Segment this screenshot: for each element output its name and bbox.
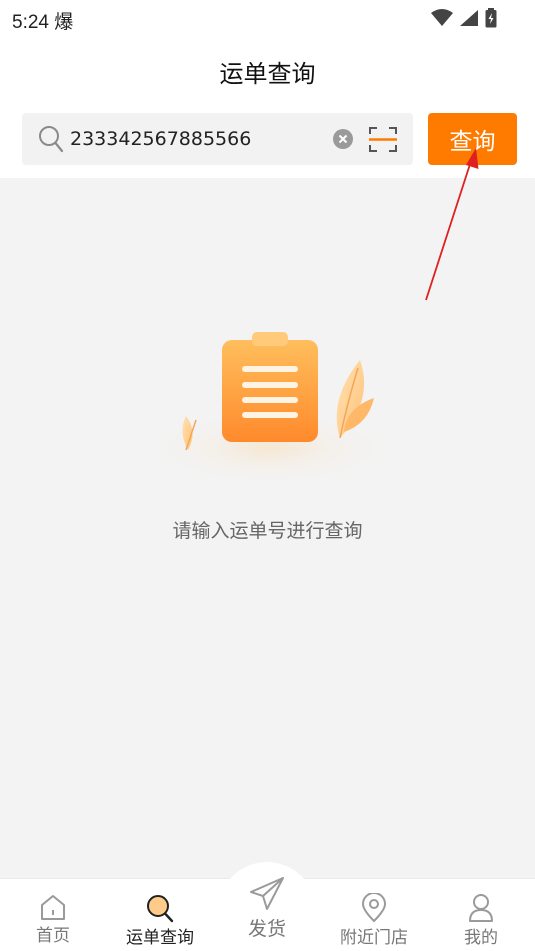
- nav-label-nearby-stores: 附近门店: [340, 928, 408, 948]
- location-pin-icon: [361, 893, 387, 923]
- status-time: 5:24 爆: [12, 11, 74, 33]
- nav-label-home: 首页: [36, 926, 70, 946]
- home-icon: [41, 895, 65, 920]
- nav-label-send: 发货: [247, 918, 286, 940]
- page-title: 运单查询: [219, 60, 316, 88]
- empty-state-message: 请输入运单号进行查询: [172, 520, 363, 542]
- nav-item-nearby-stores[interactable]: 附近门店: [329, 893, 419, 948]
- battery-icon: [485, 8, 497, 28]
- status-icons: [431, 8, 497, 28]
- clear-icon[interactable]: [333, 129, 353, 149]
- nav-item-profile[interactable]: 我的: [436, 893, 526, 948]
- query-button[interactable]: 查询: [428, 113, 517, 165]
- wifi-icon: [431, 9, 453, 26]
- search-input[interactable]: [70, 122, 330, 156]
- signal-icon: [460, 10, 478, 26]
- nav-label-tracking: 运单查询: [126, 928, 194, 948]
- scan-icon[interactable]: [369, 126, 397, 153]
- search-icon: [147, 895, 174, 923]
- paper-plane-icon: [250, 877, 284, 910]
- status-bar: 5:24 爆: [0, 0, 535, 38]
- user-icon: [469, 894, 493, 922]
- nav-item-tracking[interactable]: 运单查询: [115, 893, 205, 948]
- search-box: [22, 113, 413, 165]
- empty-clipboard-illustration: [145, 332, 395, 480]
- nav-item-send[interactable]: 发货: [222, 874, 312, 941]
- nav-label-profile: 我的: [464, 928, 498, 948]
- header: 运单查询 查询: [0, 38, 535, 178]
- search-icon: [39, 126, 64, 153]
- nav-item-home[interactable]: 首页: [8, 893, 98, 946]
